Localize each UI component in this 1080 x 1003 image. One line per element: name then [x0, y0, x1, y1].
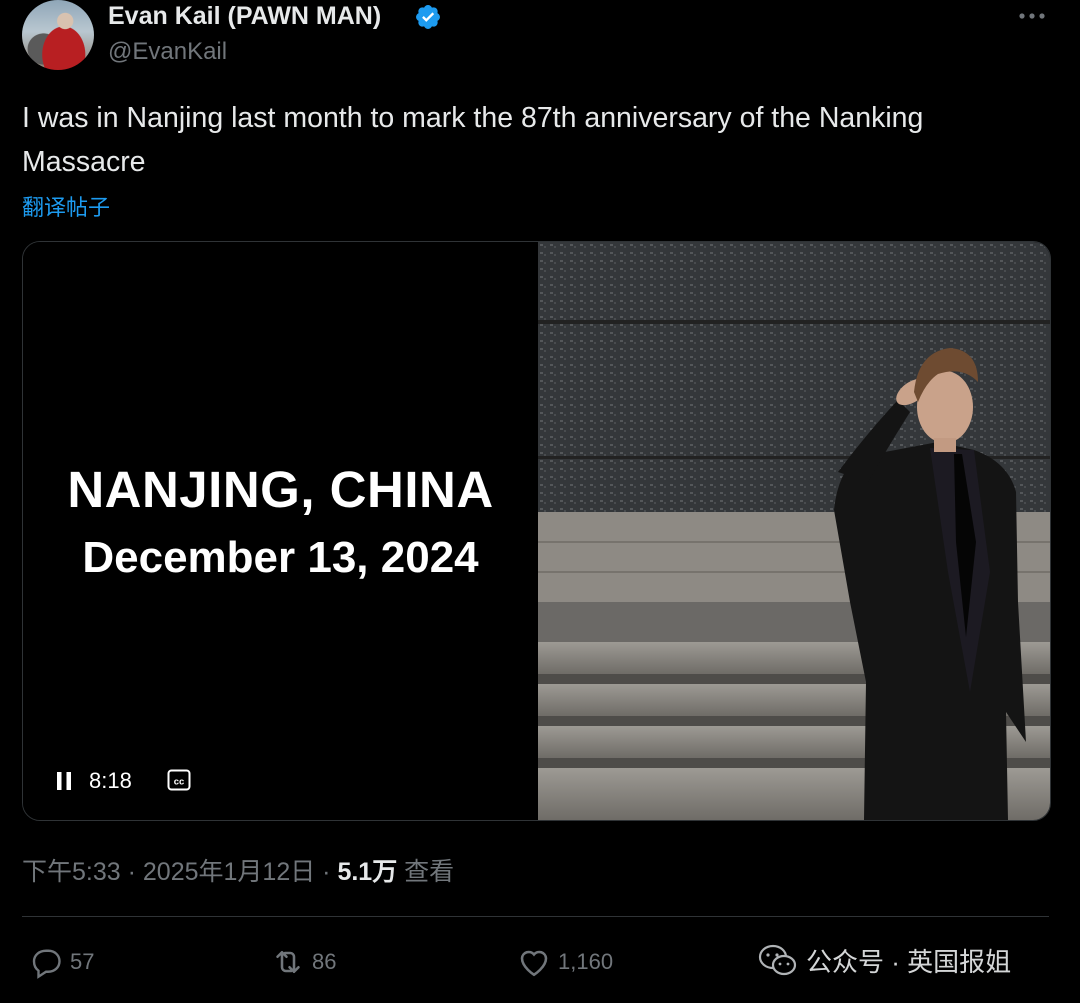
translate-post-link[interactable]: 翻译帖子 — [22, 190, 110, 222]
author-name[interactable]: Evan Kail (PAWN MAN) — [108, 2, 381, 31]
retweet-button[interactable]: 86 — [270, 942, 336, 982]
author-handle[interactable]: @EvanKail — [108, 38, 227, 66]
watermark: 公众号 · 英国报姐 — [758, 942, 1011, 979]
wechat-icon — [758, 944, 797, 975]
captions-icon[interactable]: cc — [167, 769, 191, 791]
more-options-icon[interactable] — [1018, 6, 1046, 26]
like-button[interactable]: 1,160 — [516, 942, 613, 982]
meta-separator: · — [315, 858, 338, 886]
retweet-count: 86 — [312, 949, 337, 974]
memorial-photo — [538, 242, 1050, 820]
pause-icon[interactable] — [56, 772, 72, 790]
meta-separator: · — [120, 858, 143, 886]
tweet-date[interactable]: 2025年1月12日 — [143, 858, 315, 886]
video-title-location: NANJING, CHINA — [67, 461, 494, 518]
video-title-date: December 13, 2024 — [82, 533, 479, 582]
tweet-text: I was in Nanjing last month to mark the … — [22, 102, 924, 178]
like-count: 1,160 — [558, 949, 614, 974]
reply-button[interactable]: 57 — [28, 942, 94, 982]
video-title-card: NANJING, CHINA December 13, 2024 8:18 cc — [23, 242, 538, 820]
heart-icon — [520, 950, 548, 977]
video-player[interactable]: NANJING, CHINA December 13, 2024 8:18 cc — [22, 241, 1051, 821]
avatar[interactable] — [22, 0, 94, 70]
svg-text:cc: cc — [174, 777, 185, 788]
watermark-text: 公众号 · 英国报姐 — [806, 947, 1012, 977]
view-count: 5.1万 — [337, 858, 398, 886]
verified-badge-icon — [416, 5, 440, 29]
tweet-time[interactable]: 下午5:33 — [22, 858, 121, 886]
views-label: 查看 — [397, 858, 455, 886]
tweet-meta: 下午5:33 · 2025年1月12日 · 5.1万 查看 — [22, 852, 454, 888]
video-time: 8:18 — [89, 768, 132, 793]
reply-icon — [32, 949, 61, 979]
retweet-icon — [276, 950, 300, 974]
reply-count: 57 — [70, 949, 95, 974]
divider — [22, 916, 1049, 917]
